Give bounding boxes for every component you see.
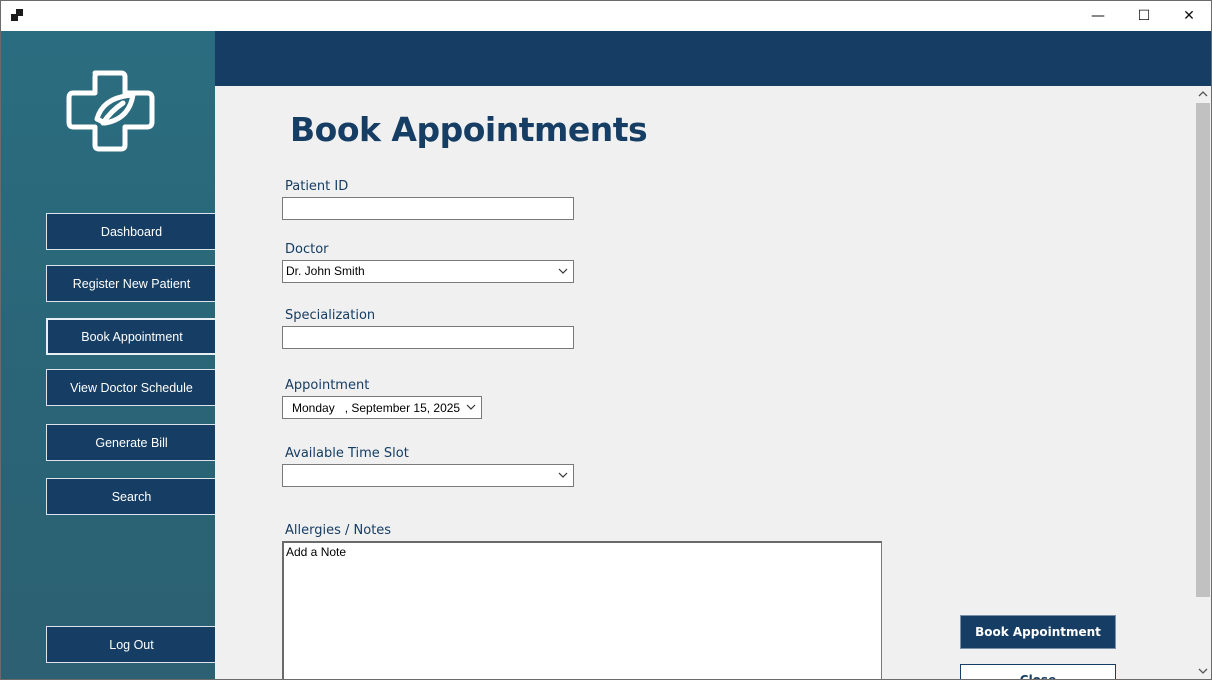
scroll-down-arrow-icon[interactable]: [1195, 663, 1211, 679]
patient-id-field[interactable]: [282, 197, 574, 220]
notes-text: Add a Note: [286, 545, 347, 559]
specialization-input[interactable]: [283, 327, 573, 348]
medical-cross-logo-icon: [66, 70, 155, 152]
doctor-selected-value: Dr. John Smith: [286, 264, 365, 278]
sidebar-item-dashboard[interactable]: Dashboard: [46, 213, 216, 250]
app-icon: [11, 9, 25, 23]
appointment-date-value: Monday , September 15, 2025: [292, 401, 461, 415]
sidebar: Dashboard Register New Patient Book Appo…: [1, 31, 216, 679]
page-title: Book Appointments: [290, 110, 648, 149]
chevron-down-icon: [466, 404, 476, 410]
sidebar-item-generate-bill[interactable]: Generate Bill: [46, 424, 216, 461]
chevron-down-icon: [558, 472, 568, 478]
doctor-select[interactable]: Dr. John Smith: [282, 260, 574, 283]
sidebar-item-book-appointment[interactable]: Book Appointment: [46, 318, 216, 355]
time-slot-select[interactable]: [282, 464, 574, 487]
patient-id-input[interactable]: [283, 198, 573, 219]
logout-button[interactable]: Log Out: [46, 626, 216, 663]
appointment-label: Appointment: [285, 378, 370, 393]
notes-label: Allergies / Notes: [285, 523, 392, 538]
scroll-up-arrow-icon[interactable]: [1195, 86, 1211, 102]
book-appointment-button[interactable]: Book Appointment: [960, 615, 1116, 649]
close-window-button[interactable]: ✕: [1166, 1, 1211, 31]
specialization-field[interactable]: [282, 326, 574, 349]
minimize-button[interactable]: —: [1075, 1, 1121, 31]
app-window: — ☐ ✕ Dashboard Register New Patient Boo…: [0, 0, 1212, 680]
notes-textarea[interactable]: Add a Note: [282, 541, 882, 679]
title-bar: — ☐ ✕: [1, 1, 1211, 31]
doctor-label: Doctor: [285, 242, 329, 257]
maximize-button[interactable]: ☐: [1121, 1, 1167, 31]
sidebar-item-search[interactable]: Search: [46, 478, 216, 515]
specialization-label: Specialization: [285, 308, 376, 323]
main-content: Book Appointments Patient ID Doctor Dr. …: [215, 86, 1195, 679]
chevron-down-icon: [558, 268, 568, 274]
appointment-date-picker[interactable]: Monday , September 15, 2025: [282, 396, 482, 419]
patient-id-label: Patient ID: [285, 179, 349, 194]
header-band: [215, 31, 1211, 86]
vertical-scrollbar[interactable]: [1195, 86, 1211, 679]
close-button[interactable]: Close: [960, 664, 1116, 679]
sidebar-item-view-doctor-schedule[interactable]: View Doctor Schedule: [46, 369, 216, 406]
scrollbar-thumb[interactable]: [1196, 103, 1210, 597]
sidebar-item-register-new-patient[interactable]: Register New Patient: [46, 265, 216, 302]
time-slot-label: Available Time Slot: [285, 446, 409, 461]
